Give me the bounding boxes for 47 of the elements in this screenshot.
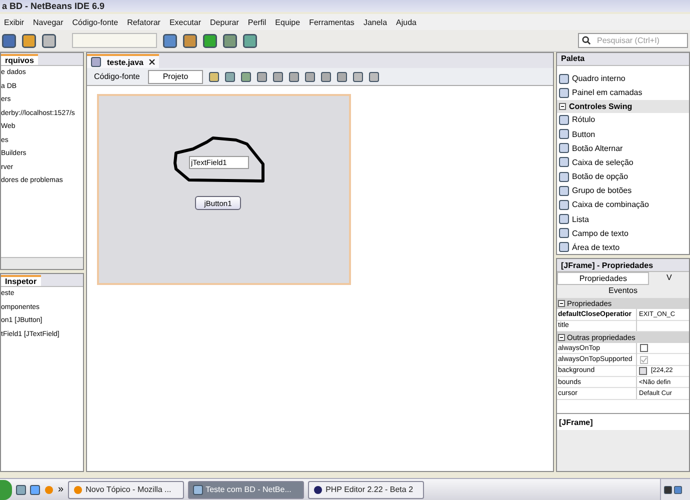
overflow-chevron[interactable]: » [58,484,64,495]
properties-tab[interactable]: Propriedades [557,272,650,286]
menu-item[interactable]: Navegar [33,18,64,26]
menu-item[interactable]: Ferramentas [309,18,354,26]
window-title: a BD - NetBeans IDE 6.9 [2,1,105,12]
palette-item[interactable]: Campo de texto [572,228,628,238]
palette-item[interactable]: Caixa de combinação [572,200,649,210]
collapse-icon[interactable] [559,102,566,110]
menu-item[interactable]: Exibir [4,18,24,26]
view-button[interactable]: Código-fonte [92,70,142,84]
palette-item[interactable]: Rótulo [572,115,596,124]
properties-tab[interactable]: Eventos [557,285,689,298]
menu-item[interactable]: Janela [363,18,388,26]
palette-item[interactable]: Grupo de botões [572,186,632,196]
panel-title[interactable]: Inspetor [1,274,41,286]
menu-item[interactable]: Depurar [210,18,239,26]
menu-item[interactable]: Equipe [275,18,300,26]
menu-item[interactable]: Código-fonte [72,18,118,26]
palette-item[interactable]: Button [572,130,596,139]
panel-title[interactable]: Paleta [557,54,589,64]
menu-item[interactable]: Refatorar [127,18,160,26]
palette-item[interactable]: Botão de opção [572,172,628,182]
selected-component-label: [JFrame] [557,413,689,471]
taskbar-task[interactable]: Teste com BD - NetBe... [188,480,304,498]
menu-item[interactable]: Executar [169,18,202,26]
menu-item[interactable]: Ajuda [396,18,416,26]
search-field[interactable]: Pesquisar (Ctrl+I) [578,33,688,48]
palette-item[interactable]: Quadro interno [572,74,626,84]
taskbar-task[interactable]: PHP Editor 2.22 - Beta 2 [308,480,424,498]
view-button[interactable]: Projeto [148,70,204,84]
panel-tab[interactable]: rquivos [1,54,38,64]
scrollbar[interactable] [1,257,83,270]
palette-item[interactable]: Caixa de seleção [572,158,634,167]
collapse-icon[interactable] [558,334,565,342]
palette-item[interactable]: Lista [572,214,589,224]
palette-item[interactable]: Painel em camadas [572,88,642,98]
collapse-icon[interactable] [558,300,565,308]
palette-item[interactable]: Botão Alternar [572,144,623,153]
palette-item[interactable]: Área de texto [572,242,620,252]
start-button[interactable] [0,480,12,500]
editor-tab[interactable]: teste.java [87,54,160,68]
menu-item[interactable]: Perfil [248,18,266,26]
checkbox[interactable] [640,344,648,352]
taskbar-task[interactable]: Novo Tópico - Mozilla ... [68,480,184,498]
search-icon [582,36,591,45]
properties-tab[interactable]: V [649,272,689,286]
close-icon[interactable] [149,59,156,65]
